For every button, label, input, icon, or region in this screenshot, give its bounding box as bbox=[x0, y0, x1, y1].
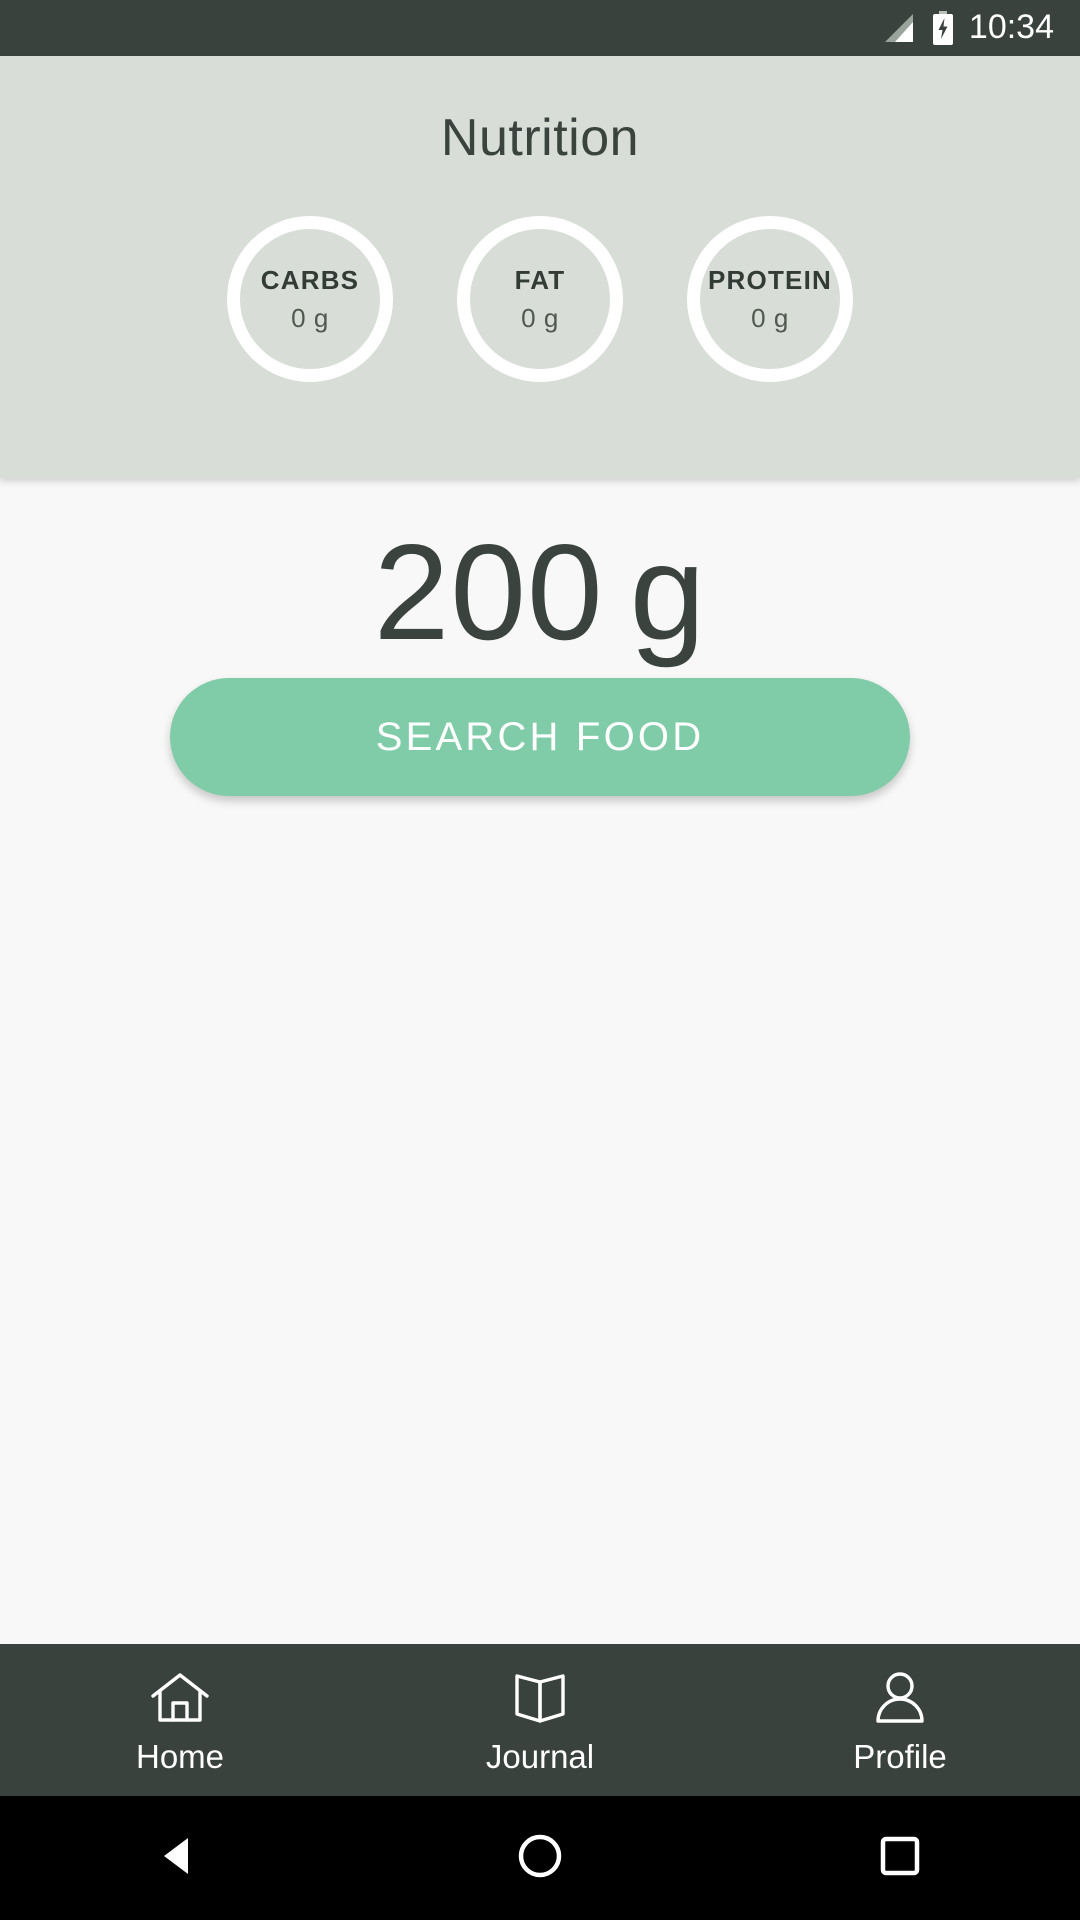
macro-ring-protein[interactable]: PROTEIN 0 g bbox=[687, 216, 853, 382]
app-screen: 10:34 Nutrition CARBS 0 g FAT 0 g PROTEI… bbox=[0, 0, 1080, 1920]
macro-label: FAT bbox=[514, 264, 566, 295]
battery-charging-icon bbox=[931, 11, 955, 45]
macro-value: 0 g bbox=[291, 302, 329, 333]
serving-amount[interactable]: 200 g bbox=[374, 514, 707, 670]
serving-amount-unit: g bbox=[629, 516, 707, 668]
main-content: 200 g SEARCH FOOD bbox=[0, 478, 1080, 1644]
android-system-navigation bbox=[0, 1796, 1080, 1920]
home-icon bbox=[148, 1668, 212, 1730]
nutrition-header-panel: Nutrition CARBS 0 g FAT 0 g PROTEIN 0 g bbox=[0, 56, 1080, 478]
book-icon bbox=[508, 1668, 572, 1730]
nav-item-label: Profile bbox=[853, 1737, 947, 1775]
nav-item-label: Journal bbox=[485, 1737, 595, 1775]
system-recents-button[interactable] bbox=[720, 1830, 1080, 1887]
macro-value: 0 g bbox=[521, 302, 559, 333]
signal-bars-icon bbox=[883, 13, 917, 43]
status-bar: 10:34 bbox=[0, 0, 1080, 56]
recents-square-icon bbox=[874, 1830, 926, 1887]
macro-value: 0 g bbox=[751, 302, 789, 333]
nav-item-journal[interactable]: Journal bbox=[360, 1644, 720, 1796]
nav-item-home[interactable]: Home bbox=[0, 1644, 360, 1796]
search-food-button[interactable]: SEARCH FOOD bbox=[170, 678, 910, 797]
macro-ring-fat[interactable]: FAT 0 g bbox=[457, 216, 623, 382]
back-triangle-icon bbox=[154, 1830, 206, 1887]
nav-item-profile[interactable]: Profile bbox=[720, 1644, 1080, 1796]
nav-item-label: Home bbox=[135, 1737, 225, 1775]
person-icon bbox=[868, 1668, 932, 1730]
macro-label: PROTEIN bbox=[708, 264, 832, 295]
macro-ring-carbs[interactable]: CARBS 0 g bbox=[227, 216, 393, 382]
status-bar-time: 10:34 bbox=[968, 8, 1054, 46]
macro-label: CARBS bbox=[260, 264, 360, 295]
home-circle-icon bbox=[514, 1830, 566, 1887]
page-title: Nutrition bbox=[440, 109, 640, 167]
system-home-button[interactable] bbox=[360, 1830, 720, 1887]
serving-amount-number: 200 bbox=[373, 516, 604, 668]
macro-rings-row: CARBS 0 g FAT 0 g PROTEIN 0 g bbox=[0, 216, 1080, 382]
bottom-navigation-bar: Home Journal Profile bbox=[0, 1644, 1080, 1796]
system-back-button[interactable] bbox=[0, 1830, 360, 1887]
